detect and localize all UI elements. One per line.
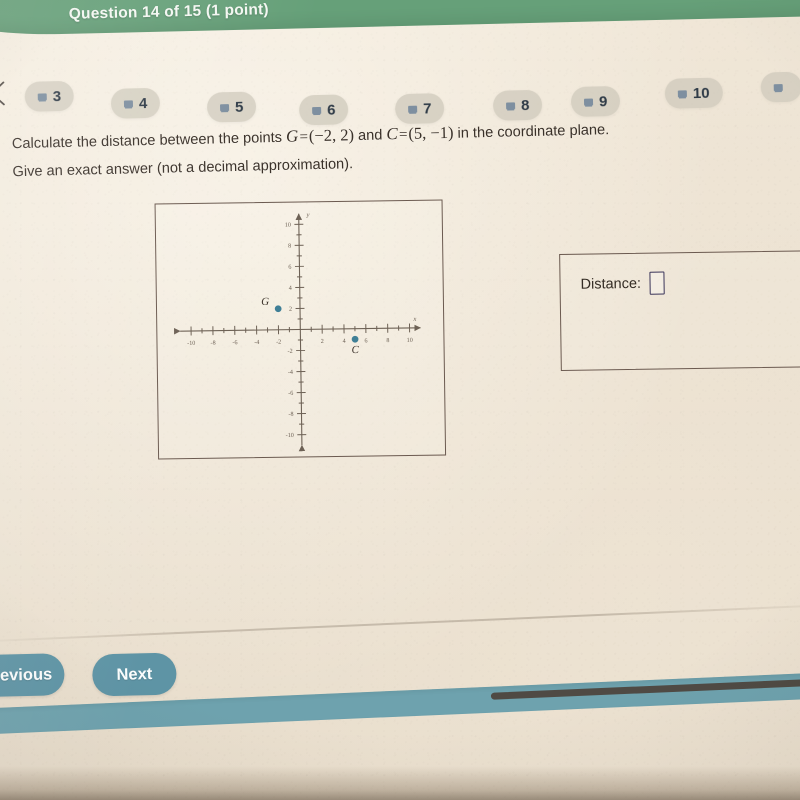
page-title: Question 14 of 15 (1 point) xyxy=(68,1,270,23)
answer-panel: Distance: xyxy=(559,249,800,372)
question-pill-label: 7 xyxy=(422,99,432,118)
point-g-coords: (−2, 2) xyxy=(308,125,355,146)
question-line1-prefix: Calculate the distance between the point… xyxy=(11,129,287,153)
y-tick-label--8: -8 xyxy=(288,412,293,418)
point-c-name: C xyxy=(386,124,399,144)
x-tick-label--2: -2 xyxy=(276,340,281,346)
quiz-screen: Question 14 of 15 (1 point) 3 4 5 6 7 8 9 10 Ca… xyxy=(0,0,800,800)
point-g-name: G xyxy=(285,126,299,146)
question-pill-label: 10 xyxy=(692,84,710,102)
x-tick-label--6: -6 xyxy=(232,340,237,346)
x-tick-label-8: 8 xyxy=(386,338,389,344)
question-pill-label: 4 xyxy=(138,94,148,112)
pencil-icon xyxy=(219,103,230,111)
x-tick-label-6: 6 xyxy=(364,338,367,344)
data-point-C xyxy=(351,335,359,343)
question-pill-4[interactable]: 4 xyxy=(110,87,161,119)
y-tick-label--4: -4 xyxy=(288,370,293,376)
pencil-icon xyxy=(37,92,47,101)
data-point-G xyxy=(274,305,282,313)
y-tick-label-10: 10 xyxy=(285,223,291,229)
question-pill-label: 3 xyxy=(52,87,62,105)
pencil-icon xyxy=(583,98,594,106)
next-button[interactable]: Next xyxy=(91,652,177,697)
question-text: Calculate the distance between the point… xyxy=(11,109,800,186)
question-pill-label: 5 xyxy=(234,98,244,116)
y-tick-label-4: 4 xyxy=(289,286,292,292)
y-tick-label-8: 8 xyxy=(288,244,291,250)
equals-sign-c: = xyxy=(398,126,408,144)
x-tick-label-10: 10 xyxy=(407,338,413,344)
coordinate-plane-svg: -10 -8 -6 -4 -2 2 4 6 8 10 10 8 6 4 2 -2 -4 -6 -8 -10 x y G C xyxy=(174,212,421,452)
photo-background: Question 14 of 15 (1 point) 3 4 5 6 7 8 9 10 Ca… xyxy=(0,0,800,800)
x-tick-label-2: 2 xyxy=(321,339,324,345)
chevron-left-icon[interactable] xyxy=(0,79,9,107)
data-point-label-C: C xyxy=(352,344,360,356)
question-pill-5[interactable]: 5 xyxy=(206,91,257,123)
x-tick-label--8: -8 xyxy=(211,341,216,347)
pencil-icon xyxy=(123,99,134,108)
x-tick-label--4: -4 xyxy=(254,340,259,346)
coordinate-plane-canvas: -10 -8 -6 -4 -2 2 4 6 8 10 10 8 6 4 2 -2 -4 -6 -8 -10 x y G C xyxy=(156,200,446,458)
distance-input[interactable] xyxy=(649,271,666,295)
pencil-icon xyxy=(408,105,418,113)
question-pill-10[interactable]: 10 xyxy=(664,77,723,109)
question-line1-suffix: in the coordinate plane. xyxy=(453,122,610,142)
question-conjunction: and xyxy=(353,127,387,145)
question-nav-strip: 3 4 5 6 7 8 9 10 xyxy=(0,26,800,126)
question-pill-partial[interactable] xyxy=(760,71,800,103)
y-tick-label--6: -6 xyxy=(288,391,293,397)
data-point-label-G: G xyxy=(261,296,269,308)
question-pill-label: 8 xyxy=(520,96,530,114)
x-tick-label--10: -10 xyxy=(187,341,195,347)
x-axis-label: x xyxy=(412,316,416,323)
y-tick-label--2: -2 xyxy=(288,349,293,355)
coordinate-plane-figure: -10 -8 -6 -4 -2 2 4 6 8 10 10 8 6 4 2 -2 -4 -6 -8 -10 x y G C xyxy=(154,199,447,460)
pencil-icon xyxy=(773,83,783,91)
y-tick-label-6: 6 xyxy=(288,265,291,271)
equals-sign-g: = xyxy=(299,129,309,146)
question-pill-label: 6 xyxy=(326,101,336,119)
footer-divider xyxy=(0,602,800,644)
question-pill-label: 9 xyxy=(598,92,608,110)
point-c-coords: (5, −1) xyxy=(408,122,454,143)
distance-field-group: Distance: xyxy=(580,271,666,295)
question-pill-3[interactable]: 3 xyxy=(24,80,75,112)
x-tick-label-4: 4 xyxy=(343,339,346,345)
y-tick-label-2: 2 xyxy=(289,307,292,313)
bottom-scrollbar[interactable] xyxy=(490,678,800,700)
pencil-icon xyxy=(677,89,687,98)
y-tick-label--10: -10 xyxy=(286,433,294,439)
previous-button[interactable]: Previous xyxy=(0,653,65,698)
distance-label: Distance: xyxy=(580,275,642,293)
pencil-icon xyxy=(312,106,322,114)
y-axis-label: y xyxy=(306,212,310,219)
pencil-icon xyxy=(506,101,516,110)
